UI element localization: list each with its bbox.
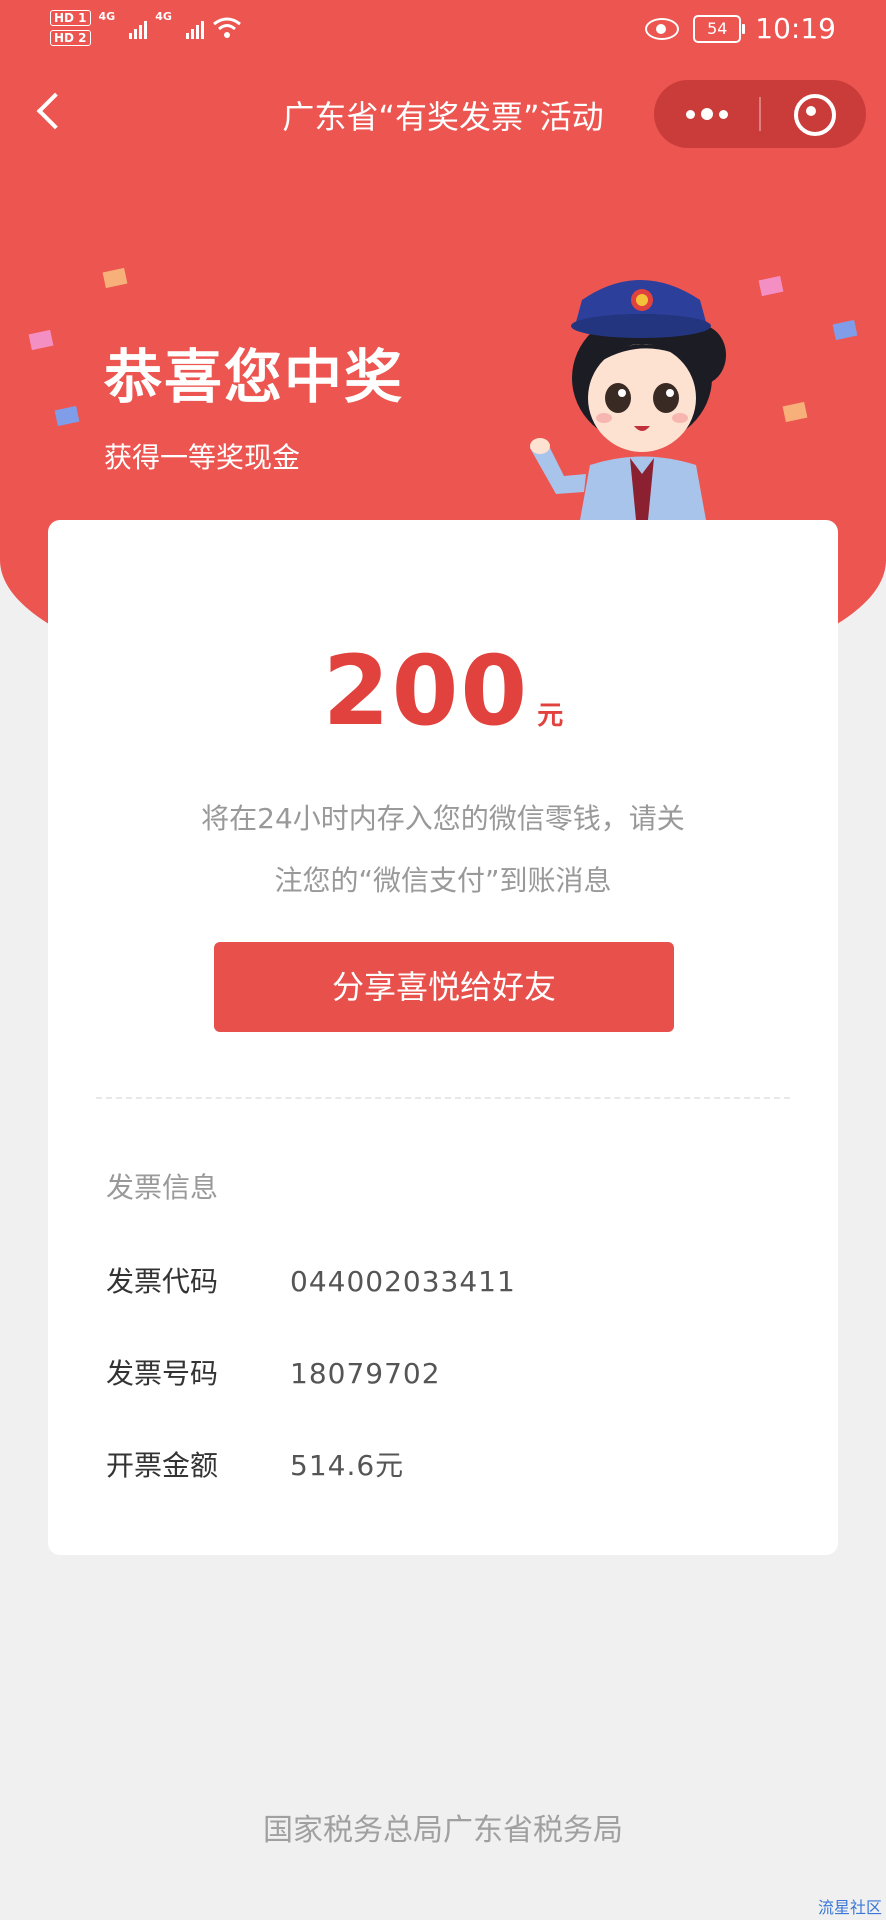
miniprogram-capsule bbox=[654, 80, 866, 148]
status-right: 54 10:19 bbox=[645, 12, 836, 45]
footer-issuer: 国家税务总局广东省税务局 bbox=[263, 1813, 623, 1848]
invoice-code-label: 发票代码 bbox=[106, 1265, 219, 1298]
invoice-number-row: 发票号码 18079702 bbox=[106, 1352, 441, 1392]
prize-amount-row: 200 元 bbox=[48, 635, 838, 747]
watermark: 流星社区 bbox=[817, 1898, 882, 1917]
share-joy-button[interactable]: 分享喜悦给好友 bbox=[214, 942, 674, 1032]
payout-notice-line: 将在24小时内存入您的微信零钱，请关 bbox=[201, 802, 685, 835]
eye-comfort-icon bbox=[645, 17, 680, 40]
invoice-number-value: 18079702 bbox=[290, 1357, 441, 1390]
prize-amount-unit: 元 bbox=[537, 701, 564, 731]
signal-icon-1 bbox=[129, 17, 148, 39]
payout-notice: 将在24小时内存入您的微信零钱，请关 注您的“微信支付”到账消息 bbox=[158, 788, 728, 912]
tax-officer-mascot-illustration bbox=[530, 280, 726, 520]
more-options-button[interactable] bbox=[654, 80, 759, 148]
sim1-badge: HD 1 bbox=[50, 10, 91, 26]
status-bar: HD 1 HD 2 4G 4G 54 10:19 bbox=[0, 0, 886, 64]
payout-notice-line: 注您的“微信支付”到账消息 bbox=[274, 864, 612, 897]
navigation-bar: 广东省“有奖发票”活动 bbox=[0, 70, 886, 162]
congratulations-heading: 恭喜您中奖 bbox=[104, 343, 405, 411]
invoice-info-title: 发票信息 bbox=[106, 1171, 219, 1204]
invoice-amount-label: 开票金额 bbox=[106, 1449, 219, 1482]
capsule-divider bbox=[759, 97, 761, 131]
sim-indicators: HD 1 HD 2 bbox=[50, 10, 91, 46]
invoice-amount-value: 514.6元 bbox=[290, 1449, 405, 1482]
dashed-divider bbox=[96, 1097, 790, 1099]
prize-amount: 200 bbox=[322, 635, 530, 747]
invoice-number-label: 发票号码 bbox=[106, 1357, 219, 1390]
close-miniprogram-button[interactable] bbox=[794, 94, 836, 136]
network-type-2: 4G bbox=[155, 10, 172, 23]
wifi-icon bbox=[212, 17, 241, 38]
invoice-code-value: 044002033411 bbox=[290, 1265, 516, 1298]
prize-card: 200 元 将在24小时内存入您的微信零钱，请关 注您的“微信支付”到账消息 分享… bbox=[48, 520, 838, 1555]
clock: 10:19 bbox=[755, 12, 836, 45]
invoice-amount-row: 开票金额 514.6元 bbox=[106, 1444, 404, 1484]
prize-subheading: 获得一等奖现金 bbox=[104, 441, 301, 474]
invoice-code-row: 发票代码 044002033411 bbox=[106, 1260, 516, 1300]
sim2-badge: HD 2 bbox=[50, 30, 91, 46]
battery-icon: 54 bbox=[693, 14, 746, 43]
network-type-1: 4G bbox=[98, 10, 116, 23]
signal-icon-2 bbox=[185, 17, 204, 39]
status-left: HD 1 HD 2 4G 4G bbox=[50, 10, 242, 46]
